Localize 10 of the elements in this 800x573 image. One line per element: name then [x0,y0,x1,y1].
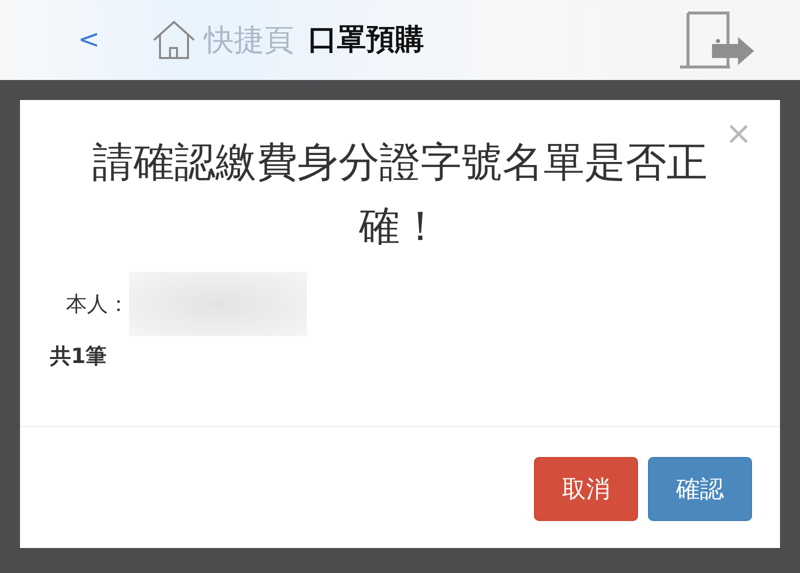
page-title: 口罩預購 [308,21,424,58]
dialog-title: 請確認繳費身分證字號名單是否正確！ [92,137,708,252]
exit-door-icon[interactable] [680,11,756,69]
close-button[interactable]: × [725,114,752,152]
back-button[interactable]: < [78,25,100,55]
person-label: 本人： [66,291,129,318]
confirm-button[interactable]: 確認 [648,457,752,521]
record-count: 共1筆 [50,343,108,370]
home-icon[interactable] [152,20,196,60]
cancel-button[interactable]: 取消 [534,457,638,521]
